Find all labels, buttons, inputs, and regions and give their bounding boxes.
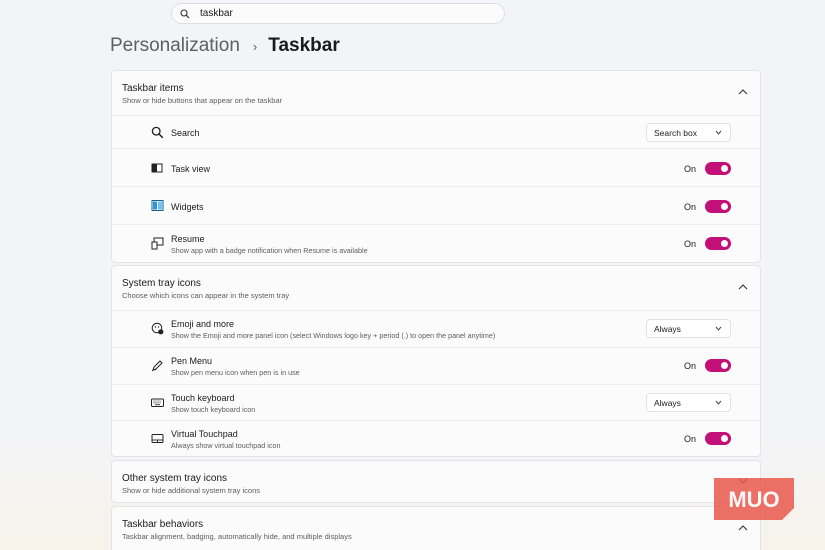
search-icon	[151, 126, 164, 139]
touch-keyboard-dropdown[interactable]: Always	[646, 393, 731, 412]
setting-description: Always show virtual touchpad icon	[171, 441, 281, 450]
touchpad-icon	[151, 434, 164, 443]
system-tray-icons-section: System tray icons Choose which icons can…	[111, 265, 761, 457]
chevron-down-icon	[715, 400, 722, 405]
keyboard-icon	[151, 398, 164, 407]
toggle-state-label: On	[683, 361, 696, 371]
setting-row-widgets: Widgets On	[112, 186, 760, 224]
chevron-up-icon[interactable]	[738, 283, 748, 291]
search-mode-dropdown[interactable]: Search box	[646, 123, 731, 142]
breadcrumb-separator: ›	[252, 38, 258, 54]
section-subtitle: Choose which icons can appear in the sys…	[122, 291, 290, 300]
chevron-up-icon[interactable]	[738, 524, 748, 532]
setting-label: Resume	[171, 234, 205, 244]
chevron-up-icon[interactable]	[738, 88, 748, 96]
setting-label: Virtual Touchpad	[171, 429, 238, 439]
section-title: System tray icons	[122, 278, 201, 289]
pen-menu-toggle[interactable]	[705, 359, 731, 372]
chevron-down-icon	[715, 326, 722, 331]
taskbar-items-header[interactable]: Taskbar items Show or hide buttons that …	[112, 71, 760, 115]
muo-logo: MUO	[714, 478, 794, 520]
resume-toggle[interactable]	[705, 237, 731, 250]
system-tray-icons-header[interactable]: System tray icons Choose which icons can…	[112, 266, 760, 310]
setting-description: Show touch keyboard icon	[171, 405, 256, 414]
setting-description: Show the Emoji and more panel icon (sele…	[171, 331, 496, 340]
search-box[interactable]	[171, 3, 505, 24]
search-icon	[180, 8, 190, 18]
dropdown-value: Search box	[654, 128, 697, 138]
setting-label: Task view	[171, 164, 211, 174]
setting-row-touch-keyboard: Touch keyboard Show touch keyboard icon …	[112, 384, 760, 420]
widgets-icon	[151, 200, 164, 211]
toggle-state-label: On	[683, 202, 696, 212]
toggle-knob	[721, 165, 728, 172]
search-input[interactable]	[200, 8, 480, 19]
virtual-touchpad-toggle[interactable]	[705, 432, 731, 445]
toggle-state-label: On	[683, 164, 696, 174]
section-subtitle: Show or hide buttons that appear on the …	[122, 96, 283, 105]
breadcrumb-parent-link[interactable]: Personalization	[110, 35, 240, 57]
setting-row-pen-menu: Pen Menu Show pen menu icon when pen is …	[112, 347, 760, 384]
pen-icon	[151, 360, 163, 372]
section-title: Other system tray icons	[122, 473, 228, 484]
resume-icon	[151, 237, 164, 250]
setting-label: Touch keyboard	[171, 393, 235, 403]
toggle-state-label: On	[683, 434, 696, 444]
setting-row-emoji: Emoji and more Show the Emoji and more p…	[112, 310, 760, 347]
other-system-tray-icons-section[interactable]: Other system tray icons Show or hide add…	[111, 460, 761, 503]
setting-row-task-view: Task view On	[112, 148, 760, 186]
toggle-knob	[721, 362, 728, 369]
taskbar-behaviors-section[interactable]: Taskbar behaviors Taskbar alignment, bad…	[111, 506, 761, 550]
emoji-visibility-dropdown[interactable]: Always	[646, 319, 731, 338]
setting-row-virtual-touchpad: Virtual Touchpad Always show virtual tou…	[112, 420, 760, 457]
toggle-knob	[721, 240, 728, 247]
section-subtitle: Show or hide additional system tray icon…	[122, 486, 260, 495]
page-title: Taskbar	[268, 35, 340, 56]
toggle-knob	[721, 435, 728, 442]
logo-text: MUO	[728, 487, 779, 512]
section-title: Taskbar items	[122, 83, 184, 94]
task-view-icon	[151, 163, 163, 173]
toggle-state-label: On	[683, 239, 696, 249]
breadcrumb: Personalization › Taskbar	[110, 35, 340, 57]
widgets-toggle[interactable]	[705, 200, 731, 213]
setting-description: Show app with a badge notification when …	[171, 246, 368, 255]
setting-label: Emoji and more	[171, 319, 235, 329]
toggle-knob	[721, 203, 728, 210]
setting-label: Widgets	[171, 202, 204, 212]
section-title: Taskbar behaviors	[122, 519, 204, 530]
setting-row-resume: Resume Show app with a badge notificatio…	[112, 224, 760, 262]
dropdown-value: Always	[654, 398, 681, 408]
section-subtitle: Taskbar alignment, badging, automaticall…	[122, 532, 352, 541]
setting-row-search: Search Search box	[112, 115, 760, 148]
chevron-down-icon	[715, 130, 722, 135]
taskbar-items-section: Taskbar items Show or hide buttons that …	[111, 70, 761, 263]
setting-description: Show pen menu icon when pen is in use	[171, 368, 300, 377]
emoji-icon	[151, 322, 164, 335]
setting-label: Pen Menu	[171, 356, 213, 366]
setting-label: Search	[171, 128, 200, 138]
task-view-toggle[interactable]	[705, 162, 731, 175]
dropdown-value: Always	[654, 324, 681, 334]
